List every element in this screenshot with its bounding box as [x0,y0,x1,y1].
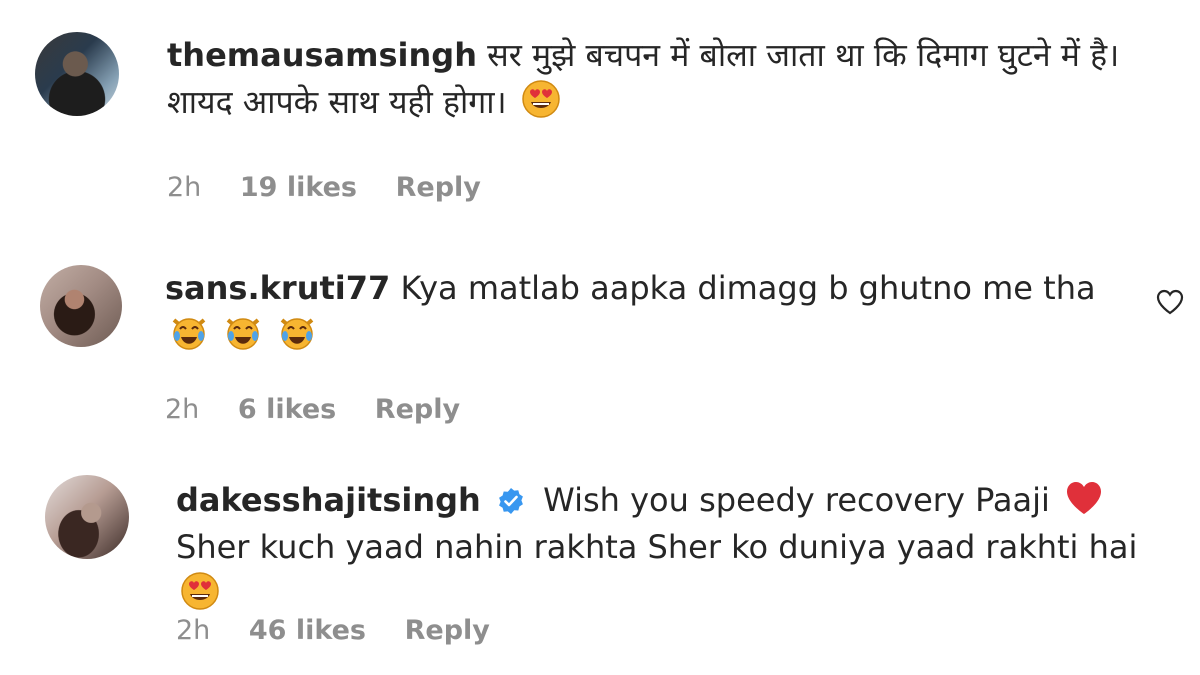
cat-tears-of-joy-emoji [281,318,314,350]
comment-time[interactable]: 2h [165,394,199,425]
comment-time[interactable]: 2h [167,172,201,203]
avatar[interactable] [45,475,129,559]
heart-eyes-emoji [181,572,219,610]
comment-username[interactable]: dakesshajitsingh [176,481,481,519]
comment-username[interactable]: sans.kruti77 [165,269,390,307]
comment-meta: 2h 46 likes Reply [176,615,520,646]
reply-button[interactable]: Reply [396,172,481,203]
comment-item: sans.kruti77 Kya matlab aapka dimagg b g… [0,230,1200,455]
comment-item: themausamsingh सर मुझे बचपन में बोला जात… [0,0,1200,230]
comment-text-part1: Wish you speedy recovery Paaji [543,481,1050,519]
comment-username[interactable]: themausamsingh [167,36,477,74]
cat-tears-of-joy-emoji [172,318,206,350]
comment-item: dakesshajitsingh Wish you speedy recover… [0,455,1200,675]
comment-body: sans.kruti77 Kya matlab aapka dimagg b g… [165,265,1125,359]
comment-meta: 2h 19 likes Reply [167,172,511,203]
comment-text: Kya matlab aapka dimagg b ghutno me tha [400,269,1096,307]
heart-eyes-emoji [522,80,560,118]
reply-button[interactable]: Reply [405,615,490,646]
comment-meta: 2h 6 likes Reply [165,394,490,425]
comment-likes[interactable]: 46 likes [249,615,366,646]
reply-button[interactable]: Reply [375,394,460,425]
comment-likes[interactable]: 19 likes [240,172,357,203]
comment-text-part2: Sher kuch yaad nahin rakhta Sher ko duni… [176,528,1138,566]
comment-body: themausamsingh सर मुझे बचपन में बोला जात… [167,32,1182,126]
verified-badge-icon [499,488,523,514]
avatar[interactable] [40,265,122,347]
comment-body: dakesshajitsingh Wish you speedy recover… [176,477,1166,618]
comment-time[interactable]: 2h [176,615,210,646]
like-heart-icon[interactable] [1155,288,1185,316]
comment-likes[interactable]: 6 likes [238,394,336,425]
red-heart-emoji [1067,482,1102,514]
cat-tears-of-joy-emoji [226,318,260,350]
avatar[interactable] [35,32,119,116]
